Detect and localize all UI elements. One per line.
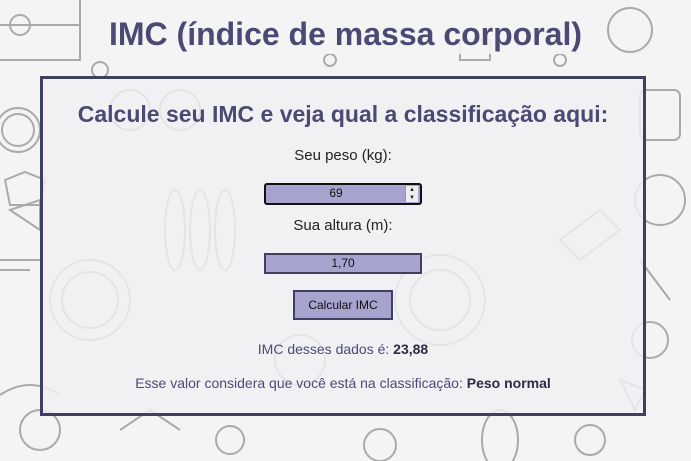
imc-form-card: Calcule seu IMC e veja qual a classifica… bbox=[40, 76, 646, 416]
imc-result-value: 23,88 bbox=[393, 341, 429, 357]
classification-value: Peso normal bbox=[466, 375, 551, 391]
weight-spinner[interactable]: ▲ ▼ bbox=[405, 186, 418, 202]
weight-label: Seu peso (kg): bbox=[294, 147, 392, 164]
height-input[interactable]: 1,70 bbox=[264, 253, 422, 274]
imc-result-label: IMC desses dados é: bbox=[257, 341, 394, 357]
classification-result: Esse valor considera que você está na cl… bbox=[43, 374, 643, 392]
form-heading: Calcule seu IMC e veja qual a classifica… bbox=[77, 101, 609, 127]
weight-value: 69 bbox=[329, 186, 343, 200]
page-title: IMC (índice de massa corporal) bbox=[102, 14, 588, 54]
spinner-up-icon[interactable]: ▲ bbox=[406, 186, 418, 194]
classification-label: Esse valor considera que você está na cl… bbox=[135, 375, 467, 391]
imc-result: IMC desses dados é: 23,88 bbox=[43, 340, 643, 358]
spinner-down-icon[interactable]: ▼ bbox=[406, 194, 418, 202]
height-value: 1,70 bbox=[331, 256, 355, 270]
calculate-imc-button[interactable]: Calcular IMC bbox=[293, 290, 393, 320]
weight-input[interactable]: 69 ▲ ▼ bbox=[264, 183, 422, 205]
height-label: Sua altura (m): bbox=[293, 217, 393, 234]
